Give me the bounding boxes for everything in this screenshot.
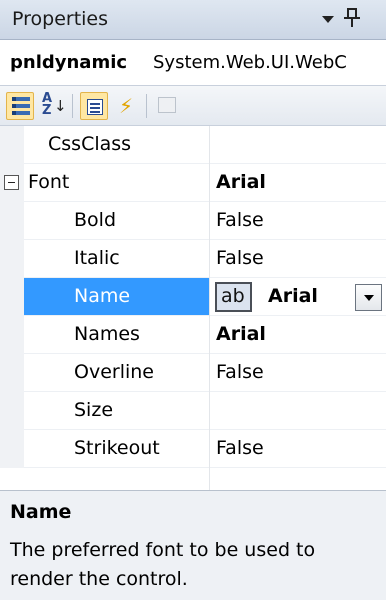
property-name: Strikeout xyxy=(74,437,160,459)
property-row-name[interactable]: Name ab Arial xyxy=(0,278,386,316)
property-value-field[interactable] xyxy=(210,126,386,164)
properties-icon xyxy=(87,99,103,115)
categorized-icon xyxy=(12,97,30,115)
property-value: False xyxy=(216,437,264,459)
property-value-field[interactable]: Arial xyxy=(210,316,386,354)
window-title: Properties xyxy=(12,8,109,30)
toolbar-separator xyxy=(146,94,147,118)
property-row-bold[interactable]: Bold False xyxy=(0,202,386,240)
property-row-strikeout[interactable]: Strikeout False xyxy=(0,430,386,468)
property-row-overline[interactable]: Overline False xyxy=(0,354,386,392)
property-row-size[interactable]: Size xyxy=(0,392,386,430)
property-value-field[interactable]: False xyxy=(210,430,386,468)
property-name: Names xyxy=(74,323,140,345)
property-name: Size xyxy=(74,399,114,421)
properties-button[interactable] xyxy=(80,92,108,120)
description-pane: Name The preferred font to be used to re… xyxy=(0,490,386,600)
selected-object-type: System.Web.UI.WebC xyxy=(153,52,347,73)
toolbar-separator xyxy=(72,94,73,118)
properties-toolbar: AZ ↓ ⚡ xyxy=(0,86,386,126)
property-value-field[interactable]: False xyxy=(210,354,386,392)
dropdown-arrow-icon[interactable] xyxy=(355,284,382,311)
property-row-cssclass[interactable]: CssClass xyxy=(0,126,386,164)
alphabetical-button[interactable]: AZ ↓ xyxy=(38,91,67,120)
window-menu-dropdown-icon[interactable] xyxy=(322,16,334,23)
property-name: CssClass xyxy=(48,133,132,155)
object-selector[interactable]: pnldynamic System.Web.UI.WebC xyxy=(0,40,386,86)
property-pages-icon xyxy=(158,97,176,113)
column-divider[interactable] xyxy=(209,126,210,490)
property-row-font[interactable]: Font Arial xyxy=(0,164,386,202)
property-value-field[interactable] xyxy=(210,392,386,430)
auto-hide-pin-icon[interactable] xyxy=(344,6,360,28)
property-name: Italic xyxy=(74,247,120,269)
property-name: Bold xyxy=(74,209,116,231)
property-row-italic[interactable]: Italic False xyxy=(0,240,386,278)
property-grid: CssClass Font Arial Bold False Italic Fa… xyxy=(0,126,386,490)
property-value: False xyxy=(216,247,264,269)
property-value: False xyxy=(216,209,264,231)
description-text: The preferred font to be used to render … xyxy=(10,539,316,590)
property-value: False xyxy=(216,361,264,383)
properties-window: Properties pnldynamic System.Web.UI.WebC… xyxy=(0,0,386,600)
categorized-button[interactable] xyxy=(6,92,34,120)
property-name: Overline xyxy=(74,361,154,383)
property-row-names[interactable]: Names Arial xyxy=(0,316,386,354)
alphabetical-icon: AZ xyxy=(42,91,53,118)
property-pages-button[interactable] xyxy=(152,92,180,120)
property-value-field[interactable]: False xyxy=(210,202,386,240)
events-button[interactable]: ⚡ xyxy=(112,92,140,120)
description-title: Name xyxy=(10,501,72,523)
font-name-dropdown[interactable]: ab Arial xyxy=(210,278,386,316)
property-value-field[interactable]: False xyxy=(210,240,386,278)
property-value: Arial xyxy=(268,285,318,307)
property-value-field[interactable]: Arial xyxy=(210,164,386,202)
title-bar[interactable]: Properties xyxy=(0,0,386,40)
property-value: Arial xyxy=(216,171,266,193)
selected-object-name: pnldynamic xyxy=(10,52,128,73)
property-name: Font xyxy=(28,171,70,193)
events-icon: ⚡ xyxy=(119,94,134,118)
collapse-icon[interactable] xyxy=(4,175,19,190)
property-value: Arial xyxy=(216,323,266,345)
font-preview: ab xyxy=(215,282,252,312)
property-name: Name xyxy=(74,285,131,307)
